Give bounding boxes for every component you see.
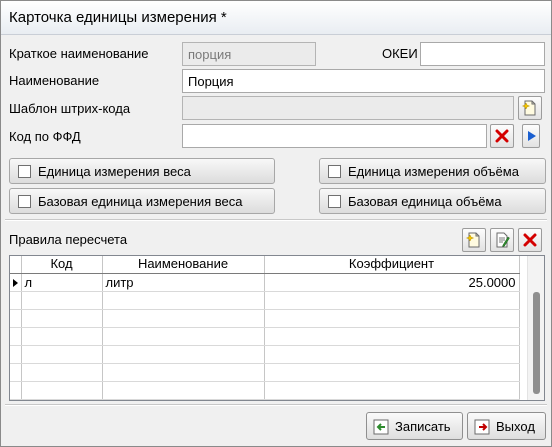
row-indicator [10,273,22,292]
table-header-row: Код Наименование Коэффициент [10,256,520,274]
ffd-open-button[interactable] [522,124,540,148]
ffd-clear-button[interactable] [490,124,514,148]
barcode-template-field[interactable] [182,96,514,120]
window-title: Карточка единицы измерения * [9,9,227,26]
section-divider [5,219,547,221]
footer-divider [5,404,547,406]
weight-unit-label: Единица измерения веса [38,164,191,179]
short-name-field[interactable] [182,42,316,66]
volume-unit-checkbox[interactable]: Единица измерения объёма [319,158,546,184]
short-name-label: Краткое наименование [9,46,149,61]
table-row-empty[interactable] [10,345,520,364]
rules-table-body: Код Наименование Коэффициент л литр 25.0… [10,256,520,400]
checkbox-box [18,165,31,178]
unit-card-window: Карточка единицы измерения * Краткое наи… [0,0,552,447]
add-rule-button[interactable] [462,228,486,252]
barcode-template-label: Шаблон штрих-кода [9,101,131,116]
exit-button[interactable]: Выход [467,412,546,440]
name-label: Наименование [9,73,100,88]
table-row-empty[interactable] [10,363,520,382]
cell-code[interactable]: л [21,273,103,292]
okei-label: ОКЕИ [382,46,418,61]
table-row-empty[interactable] [10,381,520,400]
ffd-code-field[interactable] [182,124,487,148]
save-button[interactable]: Записать [366,412,463,440]
column-header-code[interactable]: Код [21,256,103,274]
cell-name[interactable]: литр [102,273,265,292]
red-x-icon [523,233,537,247]
table-scrollbar[interactable] [527,256,544,400]
table-row-empty[interactable] [10,327,520,346]
row-indicator-header [10,256,22,274]
rules-section-title: Правила пересчета [9,232,128,247]
edit-document-icon [496,232,510,248]
weight-unit-checkbox[interactable]: Единица измерения веса [9,158,275,184]
edit-rule-button[interactable] [490,228,514,252]
volume-unit-label: Единица измерения объёма [348,164,519,179]
play-arrow-icon [528,131,536,141]
table-row-empty[interactable] [10,291,520,310]
checkbox-box [328,165,341,178]
cell-coefficient[interactable]: 25.0000 [264,273,520,292]
title-bar: Карточка единицы измерения * [1,1,551,35]
name-field[interactable] [182,69,545,93]
exit-door-icon [474,419,490,435]
save-arrow-icon [373,419,389,435]
rules-table[interactable]: Код Наименование Коэффициент л литр 25.0… [9,255,545,401]
checkbox-box [18,195,31,208]
red-x-icon [495,129,509,143]
scrollbar-thumb[interactable] [533,292,540,394]
barcode-add-button[interactable] [518,96,542,120]
new-document-icon [466,232,480,248]
base-weight-unit-label: Базовая единица измерения веса [38,194,243,209]
column-header-coefficient[interactable]: Коэффициент [264,256,520,274]
base-volume-unit-checkbox[interactable]: Базовая единица объёма [319,188,546,214]
exit-button-label: Выход [496,419,535,434]
base-volume-unit-label: Базовая единица объёма [348,194,502,209]
base-weight-unit-checkbox[interactable]: Базовая единица измерения веса [9,188,275,214]
new-document-icon [522,100,536,116]
current-row-arrow-icon [13,278,18,287]
save-button-label: Записать [395,419,451,434]
column-header-name[interactable]: Наименование [102,256,265,274]
table-row[interactable]: л литр 25.0000 [10,273,520,292]
checkbox-box [328,195,341,208]
delete-rule-button[interactable] [518,228,542,252]
table-row-empty[interactable] [10,309,520,328]
okei-field[interactable] [420,42,545,66]
ffd-code-label: Код по ФФД [9,129,81,144]
